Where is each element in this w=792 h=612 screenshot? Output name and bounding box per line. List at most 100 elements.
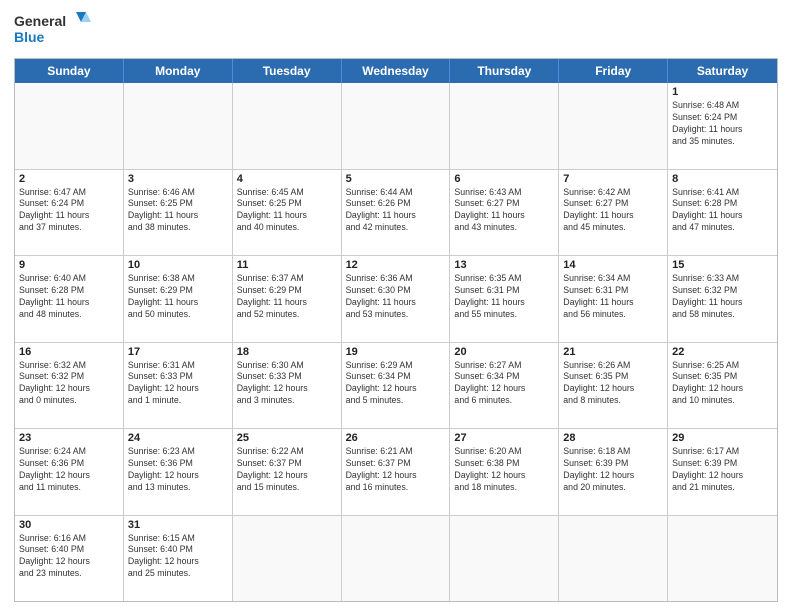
day-number: 20 bbox=[454, 346, 554, 358]
day-number: 23 bbox=[19, 432, 119, 444]
day-info: Sunrise: 6:36 AM Sunset: 6:30 PM Dayligh… bbox=[346, 273, 446, 321]
weekday-header-tuesday: Tuesday bbox=[233, 59, 342, 83]
page: General Blue SundayMondayTuesdayWednesda… bbox=[0, 0, 792, 612]
calendar-week-row: 23 Sunrise: 6:24 AM Sunset: 6:36 PM Dayli… bbox=[15, 429, 777, 516]
calendar-cell: 26Sunrise: 6:21 AM Sunset: 6:37 PM Dayli… bbox=[342, 429, 451, 515]
weekday-header-thursday: Thursday bbox=[450, 59, 559, 83]
day-info: Sunrise: 6:20 AM Sunset: 6:38 PM Dayligh… bbox=[454, 446, 554, 494]
day-number: 31 bbox=[128, 519, 228, 531]
calendar-cell: 20 Sunrise: 6:27 AM Sunset: 6:34 PM Dayli… bbox=[450, 343, 559, 429]
day-number: 22 bbox=[672, 346, 773, 358]
calendar-cell: 16Sunrise: 6:32 AM Sunset: 6:32 PM Dayli… bbox=[15, 343, 124, 429]
day-info: Sunrise: 6:27 AM Sunset: 6:34 PM Dayligh… bbox=[454, 360, 554, 408]
day-number: 10 bbox=[128, 259, 228, 271]
weekday-header-friday: Friday bbox=[559, 59, 668, 83]
weekday-header-sunday: Sunday bbox=[15, 59, 124, 83]
day-info: Sunrise: 6:38 AM Sunset: 6:29 PM Dayligh… bbox=[128, 273, 228, 321]
calendar-week-row: 1Sunrise: 6:48 AM Sunset: 6:24 PM Daylig… bbox=[15, 83, 777, 170]
day-number: 19 bbox=[346, 346, 446, 358]
day-info: Sunrise: 6:15 AM Sunset: 6:40 PM Dayligh… bbox=[128, 533, 228, 581]
calendar-cell bbox=[668, 516, 777, 602]
day-info: Sunrise: 6:26 AM Sunset: 6:35 PM Dayligh… bbox=[563, 360, 663, 408]
day-info: Sunrise: 6:17 AM Sunset: 6:39 PM Dayligh… bbox=[672, 446, 773, 494]
day-info: Sunrise: 6:46 AM Sunset: 6:25 PM Dayligh… bbox=[128, 187, 228, 235]
day-number: 14 bbox=[563, 259, 663, 271]
calendar-cell: 5 Sunrise: 6:44 AM Sunset: 6:26 PM Daylig… bbox=[342, 170, 451, 256]
calendar-cell: 1Sunrise: 6:48 AM Sunset: 6:24 PM Daylig… bbox=[668, 83, 777, 169]
generalblue-logo-icon: General Blue bbox=[14, 10, 94, 52]
day-number: 28 bbox=[563, 432, 663, 444]
calendar-cell: 23 Sunrise: 6:24 AM Sunset: 6:36 PM Dayli… bbox=[15, 429, 124, 515]
day-number: 2 bbox=[19, 173, 119, 185]
day-number: 6 bbox=[454, 173, 554, 185]
day-number: 21 bbox=[563, 346, 663, 358]
calendar-wrapper: SundayMondayTuesdayWednesdayThursdayFrid… bbox=[14, 58, 778, 602]
calendar-cell: 13 Sunrise: 6:35 AM Sunset: 6:31 PM Dayli… bbox=[450, 256, 559, 342]
calendar-cell bbox=[342, 516, 451, 602]
day-info: Sunrise: 6:25 AM Sunset: 6:35 PM Dayligh… bbox=[672, 360, 773, 408]
day-info: Sunrise: 6:45 AM Sunset: 6:25 PM Dayligh… bbox=[237, 187, 337, 235]
day-info: Sunrise: 6:18 AM Sunset: 6:39 PM Dayligh… bbox=[563, 446, 663, 494]
day-info: Sunrise: 6:35 AM Sunset: 6:31 PM Dayligh… bbox=[454, 273, 554, 321]
day-info: Sunrise: 6:23 AM Sunset: 6:36 PM Dayligh… bbox=[128, 446, 228, 494]
calendar-cell: 2 Sunrise: 6:47 AM Sunset: 6:24 PM Daylig… bbox=[15, 170, 124, 256]
calendar-cell bbox=[15, 83, 124, 169]
calendar-week-row: 9Sunrise: 6:40 AM Sunset: 6:28 PM Daylig… bbox=[15, 256, 777, 343]
calendar-cell bbox=[450, 83, 559, 169]
calendar-cell bbox=[342, 83, 451, 169]
day-number: 13 bbox=[454, 259, 554, 271]
weekday-header-monday: Monday bbox=[124, 59, 233, 83]
weekday-header-saturday: Saturday bbox=[668, 59, 777, 83]
calendar-week-row: 30Sunrise: 6:16 AM Sunset: 6:40 PM Dayli… bbox=[15, 516, 777, 602]
day-number: 16 bbox=[19, 346, 119, 358]
day-info: Sunrise: 6:24 AM Sunset: 6:36 PM Dayligh… bbox=[19, 446, 119, 494]
calendar-cell bbox=[559, 83, 668, 169]
calendar-cell: 24Sunrise: 6:23 AM Sunset: 6:36 PM Dayli… bbox=[124, 429, 233, 515]
day-info: Sunrise: 6:22 AM Sunset: 6:37 PM Dayligh… bbox=[237, 446, 337, 494]
calendar-cell: 4 Sunrise: 6:45 AM Sunset: 6:25 PM Daylig… bbox=[233, 170, 342, 256]
weekday-header-wednesday: Wednesday bbox=[342, 59, 451, 83]
day-info: Sunrise: 6:47 AM Sunset: 6:24 PM Dayligh… bbox=[19, 187, 119, 235]
day-number: 26 bbox=[346, 432, 446, 444]
day-number: 29 bbox=[672, 432, 773, 444]
day-number: 3 bbox=[128, 173, 228, 185]
day-number: 15 bbox=[672, 259, 773, 271]
day-info: Sunrise: 6:48 AM Sunset: 6:24 PM Dayligh… bbox=[672, 100, 773, 148]
calendar-cell: 11Sunrise: 6:37 AM Sunset: 6:29 PM Dayli… bbox=[233, 256, 342, 342]
day-number: 12 bbox=[346, 259, 446, 271]
day-info: Sunrise: 6:42 AM Sunset: 6:27 PM Dayligh… bbox=[563, 187, 663, 235]
calendar-header-row: SundayMondayTuesdayWednesdayThursdayFrid… bbox=[15, 59, 777, 83]
calendar-cell: 28 Sunrise: 6:18 AM Sunset: 6:39 PM Dayli… bbox=[559, 429, 668, 515]
calendar-cell: 9Sunrise: 6:40 AM Sunset: 6:28 PM Daylig… bbox=[15, 256, 124, 342]
calendar-cell: 30Sunrise: 6:16 AM Sunset: 6:40 PM Dayli… bbox=[15, 516, 124, 602]
calendar-cell bbox=[450, 516, 559, 602]
day-number: 4 bbox=[237, 173, 337, 185]
day-info: Sunrise: 6:44 AM Sunset: 6:26 PM Dayligh… bbox=[346, 187, 446, 235]
calendar-week-row: 16Sunrise: 6:32 AM Sunset: 6:32 PM Dayli… bbox=[15, 343, 777, 430]
calendar-cell: 17Sunrise: 6:31 AM Sunset: 6:33 PM Dayli… bbox=[124, 343, 233, 429]
day-info: Sunrise: 6:33 AM Sunset: 6:32 PM Dayligh… bbox=[672, 273, 773, 321]
day-number: 8 bbox=[672, 173, 773, 185]
calendar-cell: 25 Sunrise: 6:22 AM Sunset: 6:37 PM Dayli… bbox=[233, 429, 342, 515]
day-info: Sunrise: 6:30 AM Sunset: 6:33 PM Dayligh… bbox=[237, 360, 337, 408]
day-number: 7 bbox=[563, 173, 663, 185]
logo-area: General Blue bbox=[14, 10, 94, 52]
day-number: 5 bbox=[346, 173, 446, 185]
day-number: 30 bbox=[19, 519, 119, 531]
calendar-cell: 12 Sunrise: 6:36 AM Sunset: 6:30 PM Dayli… bbox=[342, 256, 451, 342]
day-info: Sunrise: 6:37 AM Sunset: 6:29 PM Dayligh… bbox=[237, 273, 337, 321]
day-number: 25 bbox=[237, 432, 337, 444]
day-number: 27 bbox=[454, 432, 554, 444]
calendar-cell: 29 Sunrise: 6:17 AM Sunset: 6:39 PM Dayli… bbox=[668, 429, 777, 515]
calendar-cell bbox=[233, 516, 342, 602]
calendar-cell: 15 Sunrise: 6:33 AM Sunset: 6:32 PM Dayli… bbox=[668, 256, 777, 342]
calendar-cell: 19 Sunrise: 6:29 AM Sunset: 6:34 PM Dayli… bbox=[342, 343, 451, 429]
day-number: 18 bbox=[237, 346, 337, 358]
calendar-cell: 31 Sunrise: 6:15 AM Sunset: 6:40 PM Dayli… bbox=[124, 516, 233, 602]
calendar-cell: 7 Sunrise: 6:42 AM Sunset: 6:27 PM Daylig… bbox=[559, 170, 668, 256]
day-info: Sunrise: 6:29 AM Sunset: 6:34 PM Dayligh… bbox=[346, 360, 446, 408]
calendar-cell bbox=[559, 516, 668, 602]
calendar-body: 1Sunrise: 6:48 AM Sunset: 6:24 PM Daylig… bbox=[15, 83, 777, 601]
day-info: Sunrise: 6:34 AM Sunset: 6:31 PM Dayligh… bbox=[563, 273, 663, 321]
calendar-cell: 8Sunrise: 6:41 AM Sunset: 6:28 PM Daylig… bbox=[668, 170, 777, 256]
